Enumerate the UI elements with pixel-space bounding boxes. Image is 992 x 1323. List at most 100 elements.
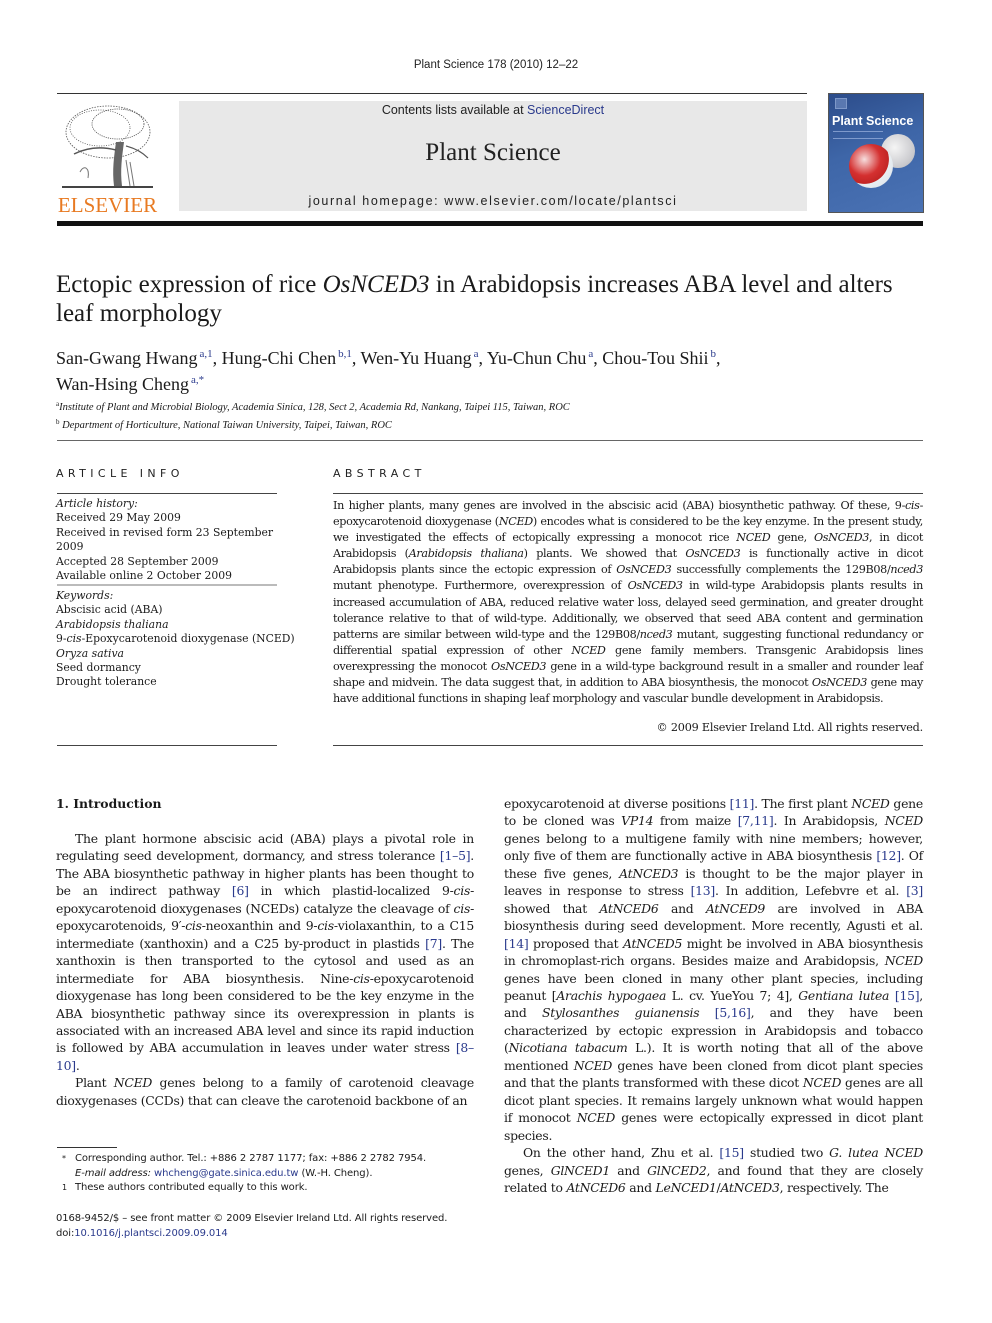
body-paragraph: epoxycarotenoid at diverse positions [11… <box>504 796 924 1143</box>
author-separator: , <box>593 348 603 368</box>
keyword-item: Drought tolerance <box>56 675 157 689</box>
author-name: Wan-Hsing Cheng <box>56 374 190 394</box>
history-item: Available online 2 October 2009 <box>56 569 232 583</box>
article-history: Article history: Received 29 May 2009 Re… <box>56 497 296 583</box>
affiliation-a: aInstitute of Plant and Microbial Biolog… <box>56 397 936 415</box>
cover-red-sphere-icon <box>849 144 893 188</box>
keyword-item: 9-cis-Epoxycarotenoid dioxygenase (NCED) <box>56 632 295 646</box>
journal-masthead: Contents lists available at ScienceDirec… <box>179 101 807 211</box>
history-label: Article history: <box>56 497 138 510</box>
author-name: Yu-Chun Chu <box>486 348 587 368</box>
citation-link[interactable]: [7] <box>425 936 442 951</box>
footnote-email: E-mail address: whcheng@gate.sinica.edu.… <box>62 1167 482 1182</box>
author-name: San-Gwang Hwang <box>56 348 198 368</box>
email-line: E-mail address: whcheng@gate.sinica.edu.… <box>75 1167 373 1182</box>
elsevier-tree-icon <box>62 105 153 188</box>
citation-link[interactable]: [15] <box>719 1145 744 1160</box>
header-thick-rule <box>57 221 923 226</box>
author-separator: , <box>478 348 487 368</box>
footnote-equal-contribution: 1 These authors contributed equally to t… <box>62 1181 482 1196</box>
title-gene: OsNCED3 <box>322 271 430 298</box>
journal-cover-image[interactable]: Plant Science <box>828 93 924 213</box>
email-suffix: (W.-H. Cheng). <box>298 1167 373 1179</box>
keyword-item: Seed dormancy <box>56 661 141 675</box>
front-matter-text: 0168-9452/$ – see front matter © 2009 El… <box>56 1213 448 1224</box>
citation-link[interactable]: [15] <box>895 988 920 1003</box>
doi-prefix: doi: <box>56 1228 75 1239</box>
running-head: Plant Science 178 (2010) 12–22 <box>413 59 579 71</box>
front-matter: 0168-9452/$ – see front matter © 2009 El… <box>56 1211 496 1241</box>
author-name: Hung-Chi Chen <box>221 348 337 368</box>
abstract-text: In higher plants, many genes are involve… <box>333 499 923 706</box>
abstract-rule <box>333 493 923 494</box>
article-info-heading: ARTICLE INFO <box>56 467 184 480</box>
author-list: San-Gwang Hwang a,1, Hung-Chi Chen b,1, We… <box>56 343 936 395</box>
footnote-corresponding: * Corresponding author. Tel.: +886 2 278… <box>62 1152 482 1167</box>
cover-publisher-icon <box>835 98 847 109</box>
journal-homepage[interactable]: journal homepage: www.elsevier.com/locat… <box>179 194 807 208</box>
keywords: Keywords: Abscisic acid (ABA) Arabidopsis… <box>56 589 296 690</box>
cover-subtitle-lines <box>833 131 883 139</box>
citation-link[interactable]: [5,16] <box>715 1005 751 1020</box>
title-divider <box>57 440 923 441</box>
header-rule <box>57 93 807 94</box>
publisher-logo[interactable]: ELSEVIER <box>55 100 160 217</box>
keyword-list: Abscisic acid (ABA) Arabidopsis thaliana 9… <box>56 603 296 689</box>
author-affiliation-mark[interactable]: a,1 <box>199 348 212 360</box>
history-item: Accepted 28 September 2009 <box>56 554 219 568</box>
contents-line: Contents lists available at ScienceDirec… <box>179 103 807 117</box>
body-paragraph: The plant hormone abscisic acid (ABA) pl… <box>56 831 475 1073</box>
section-heading-introduction: 1. Introduction <box>56 796 162 811</box>
citation-link[interactable]: [3] <box>906 883 923 898</box>
citation-link[interactable]: [14] <box>504 936 529 951</box>
body-paragraph: Plant NCED genes belong to a family of c… <box>56 1075 474 1108</box>
keyword-item: Arabidopsis thaliana <box>56 617 169 631</box>
citation-link[interactable]: [12] <box>876 848 901 863</box>
citation-link[interactable]: [8–10] <box>56 1040 474 1072</box>
body-column-left: The plant hormone abscisic acid (ABA) pl… <box>56 830 474 1109</box>
affiliation-mark: b <box>56 418 60 426</box>
author-separator: , <box>212 348 222 368</box>
affiliation-b: b Department of Horticulture, National T… <box>56 415 936 433</box>
footnote-text: Corresponding author. Tel.: +886 2 2787 … <box>75 1153 427 1164</box>
abstract-heading: ABSTRACT <box>333 467 426 480</box>
sciencedirect-link[interactable]: ScienceDirect <box>527 103 604 117</box>
citation-link[interactable]: [13] <box>691 883 716 898</box>
elsevier-wordmark: ELSEVIER <box>57 193 158 217</box>
abstract-copyright: © 2009 Elsevier Ireland Ltd. All rights … <box>656 721 924 734</box>
author-name: Wen-Yu Huang <box>360 348 472 368</box>
citation-link[interactable]: [11] <box>730 796 755 811</box>
author-separator: , <box>351 348 361 368</box>
citation-link[interactable]: [6] <box>232 883 249 898</box>
article-title: Ectopic expression of rice OsNCED3 in Ar… <box>56 270 936 328</box>
footnote-text: These authors contributed equally to thi… <box>75 1182 308 1194</box>
cover-title: Plant Science <box>832 114 914 128</box>
body-paragraph: On the other hand, Zhu et al. [15] studi… <box>504 1145 923 1195</box>
article-info-rule <box>57 493 277 494</box>
article-info-end-rule <box>57 745 277 746</box>
journal-title: Plant Science <box>425 139 561 166</box>
email-link[interactable]: whcheng@gate.sinica.edu.tw <box>154 1168 298 1179</box>
doi-line: doi:10.1016/j.plantsci.2009.09.014 <box>56 1226 496 1241</box>
footnote-mark: * <box>62 1154 66 1163</box>
title-text: Ectopic expression of rice <box>56 271 323 298</box>
history-item: Received in revised form 23 September 20… <box>56 525 274 554</box>
keyword-item: Oryza sativa <box>56 646 124 660</box>
affiliation-text: Department of Horticulture, National Tai… <box>62 420 392 431</box>
footnote-indent <box>62 1167 75 1182</box>
author-name: Chou-Tou Shii <box>602 348 709 368</box>
footnotes: * Corresponding author. Tel.: +886 2 278… <box>62 1152 482 1196</box>
contents-prefix: Contents lists available at <box>381 103 528 117</box>
citation-link[interactable]: [7,11] <box>738 813 774 828</box>
author-affiliation-mark[interactable]: a,* <box>191 374 204 386</box>
history-item: Received 29 May 2009 <box>56 511 181 525</box>
keyword-item: Abscisic acid (ABA) <box>56 603 163 617</box>
doi-link[interactable]: 10.1016/j.plantsci.2009.09.014 <box>74 1228 228 1239</box>
citation-link[interactable]: [1–5] <box>440 848 471 863</box>
author-separator: , <box>715 348 721 368</box>
affiliations: aInstitute of Plant and Microbial Biolog… <box>56 397 936 433</box>
keywords-rule <box>57 584 277 586</box>
footnote-mark: 1 <box>62 1183 67 1193</box>
email-label: E-mail address: <box>75 1167 151 1179</box>
author-affiliation-mark[interactable]: b,1 <box>338 348 352 360</box>
